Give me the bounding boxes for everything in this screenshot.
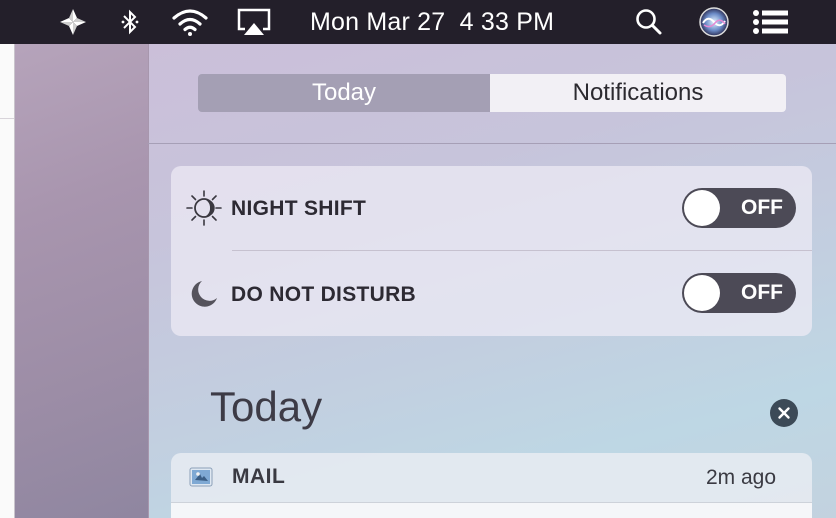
tab-switcher: Today Notifications [198,74,786,112]
desktop-background [0,44,148,518]
menu-bar: Mon Mar 27 4 33 PM [0,0,836,44]
close-circle-icon[interactable] [770,399,798,427]
do-not-disturb-toggle[interactable]: OFF [682,273,796,313]
toggle-state: OFF [741,196,783,219]
toggle-knob [684,190,720,226]
siri-icon[interactable] [696,0,732,44]
airplay-icon[interactable] [234,0,274,44]
do-not-disturb-label: DO NOT DISTURB [231,283,417,306]
spotlight-search-icon[interactable] [632,0,666,44]
toggle-knob [684,275,720,311]
background-window[interactable] [0,44,15,518]
pinwheel-icon[interactable] [56,0,90,44]
row-divider [232,250,812,251]
today-heading: Today [210,383,323,430]
night-shift-toggle[interactable]: OFF [682,188,796,228]
moon-icon [188,278,220,310]
notification-body[interactable] [171,503,812,518]
tab-notifications[interactable]: Notifications [490,74,786,112]
menu-bar-clock[interactable]: Mon Mar 27 4 33 PM [310,0,554,44]
night-shift-icon [184,188,224,228]
bluetooth-icon[interactable] [118,0,142,44]
wifi-icon[interactable] [168,0,212,44]
night-shift-label: NIGHT SHIFT [231,197,367,220]
header-divider [148,143,836,144]
tab-today[interactable]: Today [198,74,490,112]
mail-app-icon [189,465,213,489]
notification-time: 2m ago [706,466,777,489]
notification-app-name: MAIL [232,465,286,488]
window-divider [0,118,14,119]
notification-center-icon[interactable] [750,0,792,44]
toggle-state: OFF [741,281,783,304]
